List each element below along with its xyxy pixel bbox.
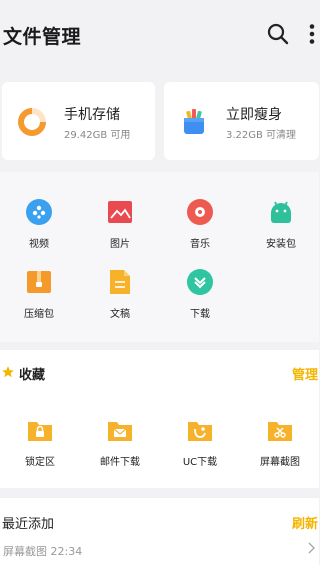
cleanup-icon <box>184 109 204 134</box>
favorite-label: 屏幕截图 <box>260 457 300 468</box>
recent-item[interactable]: 屏幕截图 22:34 <box>3 543 82 559</box>
category-document[interactable]: 文稿 <box>88 268 152 320</box>
category-image[interactable]: 图片 <box>88 198 152 250</box>
category-label: 音乐 <box>190 239 210 250</box>
chevron-right-icon[interactable] <box>306 541 316 555</box>
favorite-uc-folder[interactable]: UC下载 <box>160 416 240 468</box>
download-icon <box>187 269 213 295</box>
refresh-button[interactable]: 刷新 <box>292 513 318 532</box>
storage-ring-icon <box>18 108 46 136</box>
category-download[interactable]: 下载 <box>168 268 232 320</box>
archive-icon <box>27 271 51 293</box>
favorite-label: 邮件下载 <box>100 457 140 468</box>
phone-storage-card[interactable]: 手机存储 29.42GB 可用 <box>2 82 155 160</box>
android-package-icon <box>271 201 291 223</box>
category-label: 图片 <box>110 239 130 250</box>
card-title: 立即瘦身 <box>226 107 282 123</box>
card-title: 手机存储 <box>64 107 120 123</box>
favorite-mail-folder[interactable]: 邮件下载 <box>80 416 160 468</box>
favorite-label: 锁定区 <box>25 457 55 468</box>
card-subtitle: 3.22GB 可清理 <box>226 130 297 141</box>
music-icon <box>187 199 213 225</box>
category-label: 视频 <box>29 239 49 250</box>
cleanup-card[interactable]: 立即瘦身 3.22GB 可清理 <box>164 82 319 160</box>
favorites-title: 收藏 <box>19 368 46 383</box>
document-icon <box>110 270 130 294</box>
lock-folder-icon <box>28 422 52 441</box>
recent-title: 最近添加 <box>2 517 55 532</box>
app-header: 文件管理 <box>0 0 319 70</box>
search-icon[interactable] <box>266 22 290 46</box>
category-label: 文稿 <box>110 309 130 320</box>
favorite-lock-folder[interactable]: 锁定区 <box>0 416 80 468</box>
category-video[interactable]: 视频 <box>7 198 71 250</box>
manage-favorites-button[interactable]: 管理 <box>292 364 318 383</box>
video-icon <box>26 199 52 225</box>
category-archive[interactable]: 压缩包 <box>7 268 71 320</box>
mail-folder-icon <box>108 422 132 441</box>
more-vertical-icon[interactable] <box>300 22 320 46</box>
image-icon <box>108 201 132 223</box>
category-label: 安装包 <box>266 239 296 250</box>
card-subtitle: 29.42GB 可用 <box>64 130 131 141</box>
page-title: 文件管理 <box>3 26 82 48</box>
star-icon <box>2 366 14 378</box>
uc-folder-icon <box>188 422 212 441</box>
favorite-screenshot-folder[interactable]: 屏幕截图 <box>240 416 320 468</box>
category-music[interactable]: 音乐 <box>168 198 232 250</box>
favorite-label: UC下载 <box>182 457 218 468</box>
category-label: 压缩包 <box>24 309 54 320</box>
category-apk[interactable]: 安装包 <box>249 198 313 250</box>
category-label: 下载 <box>190 309 210 320</box>
screenshot-folder-icon <box>268 422 292 441</box>
